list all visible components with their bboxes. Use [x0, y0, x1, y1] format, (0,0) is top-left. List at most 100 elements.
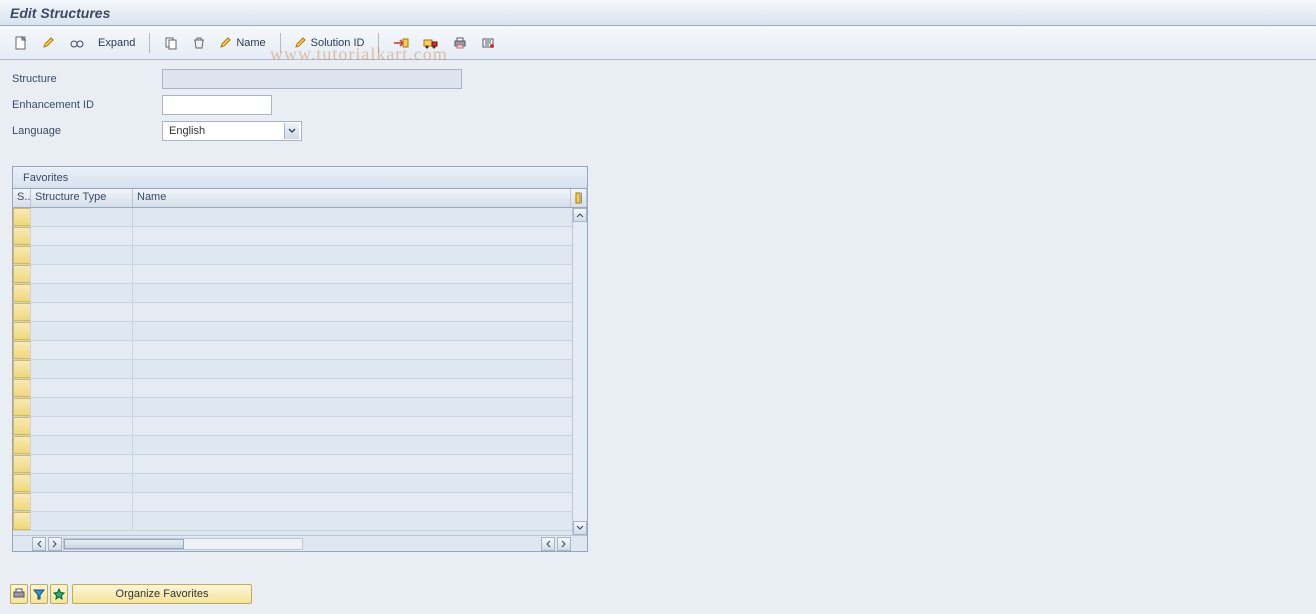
row-selector[interactable] — [13, 265, 31, 283]
table-row[interactable] — [13, 474, 587, 493]
cell-structure-type[interactable] — [31, 265, 133, 283]
structure-input[interactable] — [162, 69, 462, 89]
row-selector[interactable] — [13, 284, 31, 302]
copy-button[interactable] — [160, 34, 182, 52]
cell-name[interactable] — [133, 284, 587, 302]
edit-button[interactable] — [38, 34, 60, 52]
print-button[interactable] — [449, 34, 471, 52]
cell-name[interactable] — [133, 227, 587, 245]
row-selector[interactable] — [13, 246, 31, 264]
scroll-up-button[interactable] — [573, 208, 587, 222]
delete-button[interactable] — [188, 34, 210, 52]
vertical-scrollbar[interactable] — [572, 208, 587, 535]
cell-name[interactable] — [133, 360, 587, 378]
col-select[interactable]: S.. — [13, 189, 31, 207]
hscroll-track[interactable] — [63, 538, 303, 550]
row-selector[interactable] — [13, 341, 31, 359]
truck-button[interactable] — [419, 34, 443, 52]
cell-structure-type[interactable] — [31, 303, 133, 321]
row-selector[interactable] — [13, 227, 31, 245]
row-selector[interactable] — [13, 417, 31, 435]
row-selector[interactable] — [13, 493, 31, 511]
scroll-left2-button[interactable] — [541, 537, 555, 551]
cell-name[interactable] — [133, 436, 587, 454]
row-selector[interactable] — [13, 360, 31, 378]
table-row[interactable] — [13, 417, 587, 436]
table-row[interactable] — [13, 227, 587, 246]
cell-structure-type[interactable] — [31, 227, 133, 245]
scroll-left-button[interactable] — [32, 537, 46, 551]
cell-structure-type[interactable] — [31, 398, 133, 416]
organize-favorites-button[interactable]: Organize Favorites — [72, 584, 252, 604]
table-row[interactable] — [13, 512, 587, 531]
table-row[interactable] — [13, 341, 587, 360]
row-selector[interactable] — [13, 455, 31, 473]
table-row[interactable] — [13, 208, 587, 227]
scroll-down-button[interactable] — [573, 521, 587, 535]
table-row[interactable] — [13, 360, 587, 379]
cell-name[interactable] — [133, 493, 587, 511]
cell-structure-type[interactable] — [31, 341, 133, 359]
cell-structure-type[interactable] — [31, 417, 133, 435]
display-button[interactable] — [66, 34, 88, 52]
new-button[interactable] — [10, 34, 32, 52]
col-structure-type[interactable]: Structure Type — [31, 189, 133, 207]
row-selector[interactable] — [13, 474, 31, 492]
cell-name[interactable] — [133, 379, 587, 397]
cell-structure-type[interactable] — [31, 208, 133, 226]
cell-name[interactable] — [133, 246, 587, 264]
scroll-track[interactable] — [573, 222, 587, 521]
expand-button[interactable]: Expand — [94, 35, 139, 51]
cell-name[interactable] — [133, 341, 587, 359]
cell-name[interactable] — [133, 265, 587, 283]
scroll-right2-button[interactable] — [557, 537, 571, 551]
row-selector[interactable] — [13, 322, 31, 340]
cell-name[interactable] — [133, 322, 587, 340]
table-row[interactable] — [13, 493, 587, 512]
cell-structure-type[interactable] — [31, 360, 133, 378]
table-row[interactable] — [13, 265, 587, 284]
table-row[interactable] — [13, 246, 587, 265]
table-row[interactable] — [13, 303, 587, 322]
table-row[interactable] — [13, 322, 587, 341]
table-row[interactable] — [13, 455, 587, 474]
star-button[interactable] — [50, 584, 68, 604]
transport-button[interactable] — [389, 34, 413, 52]
grid-config-button[interactable] — [571, 189, 587, 207]
cell-name[interactable] — [133, 208, 587, 226]
solution-id-button[interactable]: Solution ID — [291, 35, 369, 51]
cell-name[interactable] — [133, 417, 587, 435]
cell-structure-type[interactable] — [31, 474, 133, 492]
cell-name[interactable] — [133, 455, 587, 473]
row-selector[interactable] — [13, 436, 31, 454]
cell-structure-type[interactable] — [31, 493, 133, 511]
hscroll-thumb[interactable] — [64, 539, 184, 549]
row-selector[interactable] — [13, 208, 31, 226]
table-row[interactable] — [13, 436, 587, 455]
cell-structure-type[interactable] — [31, 436, 133, 454]
print-bottom-button[interactable] — [10, 584, 28, 604]
cell-name[interactable] — [133, 303, 587, 321]
row-selector[interactable] — [13, 398, 31, 416]
cell-structure-type[interactable] — [31, 512, 133, 530]
settings-button[interactable] — [477, 34, 499, 52]
row-selector[interactable] — [13, 303, 31, 321]
row-selector[interactable] — [13, 379, 31, 397]
filter-button[interactable] — [30, 584, 48, 604]
table-row[interactable] — [13, 398, 587, 417]
cell-structure-type[interactable] — [31, 379, 133, 397]
table-row[interactable] — [13, 284, 587, 303]
cell-structure-type[interactable] — [31, 246, 133, 264]
cell-structure-type[interactable] — [31, 284, 133, 302]
table-row[interactable] — [13, 379, 587, 398]
cell-name[interactable] — [133, 398, 587, 416]
cell-structure-type[interactable] — [31, 455, 133, 473]
rename-button[interactable]: Name — [216, 35, 269, 51]
cell-structure-type[interactable] — [31, 322, 133, 340]
enhancement-input[interactable] — [162, 95, 272, 115]
language-select[interactable]: English — [162, 121, 302, 141]
scroll-right-button[interactable] — [48, 537, 62, 551]
cell-name[interactable] — [133, 512, 587, 530]
cell-name[interactable] — [133, 474, 587, 492]
col-name[interactable]: Name — [133, 189, 571, 207]
